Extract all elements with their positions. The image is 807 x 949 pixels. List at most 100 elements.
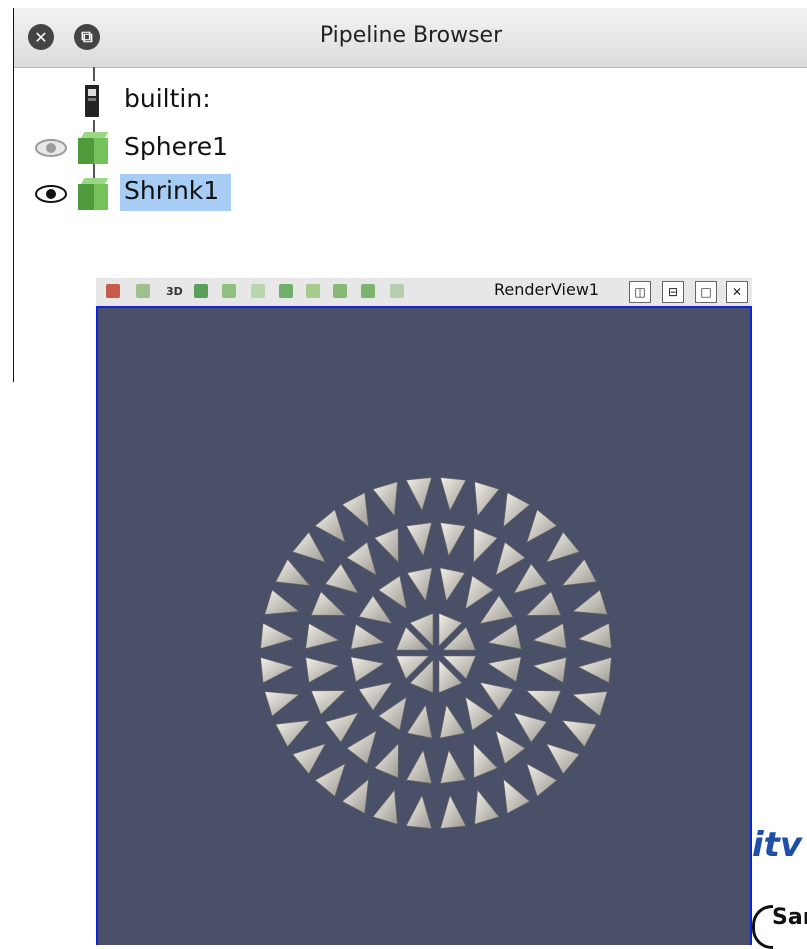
3d-toggle-button[interactable]: 3D: [166, 285, 183, 299]
shrunk-triangle: [473, 742, 498, 779]
shrunk-triangle: [406, 522, 432, 557]
shrunk-triangle: [473, 527, 498, 564]
shrunk-triangle: [546, 743, 580, 775]
shrunk-triangle: [526, 509, 558, 543]
shrunk-triangle: [503, 492, 531, 528]
logo-text: itv: [752, 825, 803, 865]
shrunk-triangle: [479, 595, 514, 624]
logo-arc: [752, 905, 773, 949]
shrunk-triangle: [310, 591, 347, 616]
shrunk-triangle: [440, 522, 466, 557]
shrunk-triangle: [264, 589, 300, 615]
select-polygon-icon[interactable]: [333, 284, 347, 298]
shrunk-triangle: [577, 622, 612, 649]
shrunk-triangle: [440, 749, 466, 784]
shrunk-triangle: [292, 531, 326, 563]
shrunk-triangle: [487, 656, 522, 683]
shrunk-triangle: [260, 657, 295, 684]
close-view-icon[interactable]: ✕: [726, 281, 748, 303]
shrunk-triangle: [314, 763, 346, 797]
shrunk-triangle: [405, 477, 432, 512]
panel-title: Pipeline Browser: [319, 23, 503, 48]
shrunk-triangle: [474, 789, 500, 825]
render-view-title: RenderView1: [494, 280, 600, 299]
shrunk-triangle: [350, 623, 385, 650]
shrunk-triangle: [532, 623, 567, 649]
shrunk-triangle: [374, 527, 399, 564]
shrunk-triangle: [577, 657, 612, 684]
clear-selection-icon[interactable]: [390, 284, 404, 298]
shrunk-triangle: [513, 563, 548, 594]
render-view-toolbar: 3D RenderView1 ◫ ⊟ □ ✕: [96, 278, 752, 306]
shrunk-triangle: [474, 481, 500, 517]
split-vertical-icon[interactable]: ⊟: [662, 281, 684, 303]
camera-icon[interactable]: [136, 284, 150, 298]
shrunk-triangle: [406, 567, 433, 602]
shrunk-triangle: [346, 730, 377, 765]
shrunk-triangle: [513, 712, 548, 743]
shrunk-triangle: [374, 742, 399, 779]
select-points-icon[interactable]: [222, 284, 236, 298]
shrunk-triangle: [525, 591, 562, 616]
shrunk-triangle: [495, 730, 526, 765]
shrunk-triangle: [439, 704, 466, 739]
green-cube-icon: [78, 132, 109, 164]
shrunk-triangle: [358, 595, 393, 624]
shrunk-triangle: [439, 567, 466, 602]
shrunk-triangle: [305, 623, 340, 649]
shrunk-triangle: [260, 622, 295, 649]
shrunk-triangle: [406, 749, 432, 784]
shrunk-triangle: [465, 575, 494, 610]
item-label: builtin:: [124, 84, 211, 113]
shrunk-triangle: [572, 691, 608, 717]
tree-connector: [93, 67, 95, 81]
shrunk-triangle: [324, 712, 359, 743]
select-block-icon[interactable]: [279, 284, 293, 298]
shrunk-triangle: [487, 623, 522, 650]
shrunk-triangle: [350, 656, 385, 683]
shrunk-triangle: [465, 696, 494, 731]
shrunk-triangle: [346, 541, 377, 576]
render-viewport[interactable]: [96, 306, 752, 945]
shrunk-triangle: [264, 691, 300, 717]
select-cells-icon[interactable]: [194, 284, 208, 298]
shrunk-triangle: [324, 563, 359, 594]
render-view: 3D RenderView1 ◫ ⊟ □ ✕: [96, 278, 752, 945]
shrunk-triangle: [275, 558, 311, 586]
shrunk-triangle: [406, 704, 433, 739]
item-label: Shrink1: [120, 174, 232, 211]
reset-camera-icon[interactable]: [106, 284, 120, 298]
shrunk-triangle: [572, 589, 608, 615]
logo-subtext: Sar: [772, 905, 807, 930]
item-label: Sphere1: [124, 132, 228, 161]
shrunk-triangle: [495, 541, 526, 576]
select-frustum-icon[interactable]: [251, 284, 265, 298]
grow-selection-icon[interactable]: [361, 284, 375, 298]
shrunk-triangle: [310, 690, 347, 715]
shrunk-triangle: [440, 794, 467, 829]
eye-hidden-icon[interactable]: [34, 138, 68, 162]
pipeline-browser-titlebar: ✕ ⧉ Pipeline Browser: [14, 8, 807, 68]
shrunk-triangle: [405, 794, 432, 829]
shrunk-triangle: [341, 492, 369, 528]
shrunk-triangle: [503, 778, 531, 814]
eye-visible-icon[interactable]: [34, 184, 68, 208]
shrunk-triangle: [440, 477, 467, 512]
interactive-select-icon[interactable]: [306, 284, 320, 298]
shrunk-triangle: [378, 575, 407, 610]
split-horizontal-icon[interactable]: ◫: [629, 281, 651, 303]
server-icon: [78, 84, 108, 124]
shrunk-triangle: [372, 789, 398, 825]
green-cube-icon: [78, 178, 109, 210]
maximize-icon[interactable]: □: [695, 281, 717, 303]
shrunk-triangle: [358, 682, 393, 711]
shrunk-triangle: [532, 657, 567, 683]
shrunk-triangle: [372, 481, 398, 517]
shrunk-triangle: [525, 690, 562, 715]
shrunk-triangle: [546, 531, 580, 563]
shrunk-sphere-render: [260, 477, 612, 829]
shrunk-triangle: [479, 682, 514, 711]
shrunk-triangle: [292, 743, 326, 775]
shrunk-triangle: [526, 763, 558, 797]
shrunk-triangle: [305, 657, 340, 683]
